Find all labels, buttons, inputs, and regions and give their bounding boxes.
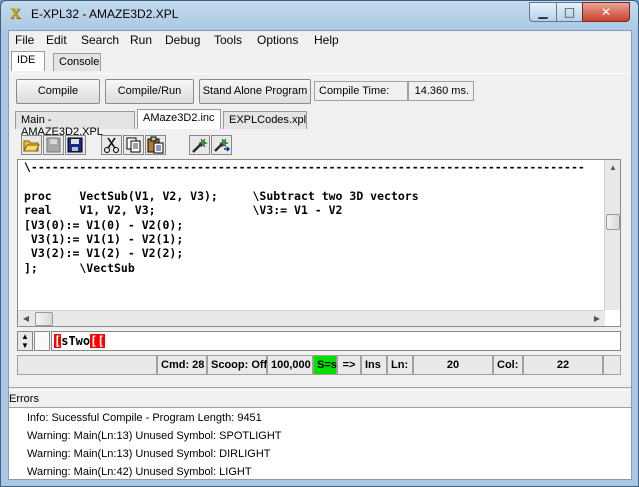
open-folder-icon[interactable]: [21, 135, 42, 155]
run-wand-icon[interactable]: [189, 135, 210, 155]
editor-panel: Main - AMAZE3D2.XPL AMaze3D2.inc EXPLCod…: [11, 109, 629, 381]
status-end: [603, 355, 621, 375]
window-title: E-XPL32 - AMAZE3D2.XPL: [31, 7, 179, 21]
vertical-scroll-thumb[interactable]: [606, 214, 620, 230]
menu-debug[interactable]: Debug: [165, 33, 200, 47]
compile-toolbar: Compile Compile/Run Stand Alone Program …: [11, 73, 629, 105]
x-logo-icon: X: [9, 6, 21, 22]
status-bar: Cmd: 28 Scoop: Off 100,000 S=s => Ins Ln…: [17, 355, 621, 375]
save-disabled-icon[interactable]: [43, 135, 64, 155]
code-editor[interactable]: \---------------------------------------…: [17, 159, 621, 327]
tab-amaze3d2-inc[interactable]: AMaze3D2.inc: [137, 109, 221, 129]
stand-alone-program-button[interactable]: Stand Alone Program: [199, 79, 311, 104]
menu-tools[interactable]: Tools: [214, 33, 242, 47]
status-s-equals: S=s: [313, 355, 337, 375]
status-col-value: 22: [523, 355, 603, 375]
command-input[interactable]: [sTwo[[: [51, 331, 621, 351]
updown-spinner-icon[interactable]: ▲ ▼: [17, 331, 33, 351]
horizontal-scroll-thumb[interactable]: [35, 312, 53, 326]
status-cmd: Cmd: 28: [157, 355, 207, 375]
command-checkbox[interactable]: [34, 331, 50, 351]
compile-button[interactable]: Compile: [16, 79, 100, 104]
status-arrow: =>: [337, 355, 361, 375]
vertical-scrollbar[interactable]: ▲: [604, 160, 620, 310]
menu-run[interactable]: Run: [130, 33, 152, 47]
compile-time-value: 14.360 ms.: [408, 81, 474, 101]
command-main: sTwo: [61, 334, 91, 348]
close-button[interactable]: ✕: [582, 2, 630, 22]
menu-bar: File Edit Search Run Debug Tools Options…: [9, 31, 631, 50]
menu-options[interactable]: Options: [257, 33, 298, 47]
title-bar[interactable]: X E-XPL32 - AMAZE3D2.XPL ▁ □ ✕: [1, 1, 638, 29]
status-col-label: Col:: [493, 355, 523, 375]
error-line[interactable]: Info: Sucessful Compile - Program Length…: [27, 412, 262, 424]
maximize-button[interactable]: □: [556, 2, 583, 22]
status-count: 100,000: [267, 355, 313, 375]
status-spacer: [17, 355, 157, 375]
splitter[interactable]: [9, 387, 631, 391]
tab-main-amaze3d2[interactable]: Main - AMAZE3D2.XPL: [15, 111, 135, 138]
step-wand-icon[interactable]: [211, 135, 232, 155]
status-scoop: Scoop: Off: [207, 355, 267, 375]
menu-help[interactable]: Help: [314, 33, 339, 47]
paste-icon[interactable]: [145, 135, 166, 155]
status-ins: Ins: [361, 355, 387, 375]
errors-label: Errors: [9, 393, 39, 405]
tab-console[interactable]: Console: [53, 53, 101, 71]
status-ln-label: Ln:: [387, 355, 413, 375]
tab-explcodes[interactable]: EXPLCodes.xpl: [223, 111, 307, 129]
save-all-icon[interactable]: [65, 135, 86, 155]
code-text[interactable]: \---------------------------------------…: [24, 160, 585, 275]
horizontal-scrollbar[interactable]: ◀ ▶: [18, 310, 605, 326]
compile-run-button[interactable]: Compile/Run: [105, 79, 194, 104]
menu-edit[interactable]: Edit: [46, 33, 67, 47]
copy-icon[interactable]: [123, 135, 144, 155]
menu-file[interactable]: File: [15, 33, 34, 47]
menu-search[interactable]: Search: [81, 33, 119, 47]
error-line[interactable]: Warning: Main(Ln:13) Unused Symbol: DIRL…: [27, 448, 271, 460]
cut-icon[interactable]: [101, 135, 122, 155]
status-ln-value: 20: [413, 355, 493, 375]
tab-ide[interactable]: IDE: [11, 51, 45, 71]
scroll-left-icon[interactable]: ◀: [18, 311, 34, 326]
error-line[interactable]: Warning: Main(Ln:13) Unused Symbol: SPOT…: [27, 430, 282, 442]
client-area: File Edit Search Run Debug Tools Options…: [8, 30, 632, 480]
scroll-right-icon[interactable]: ▶: [589, 311, 605, 326]
scroll-up-icon[interactable]: ▲: [605, 160, 620, 176]
error-line[interactable]: Warning: Main(Ln:42) Unused Symbol: LIGH…: [27, 466, 252, 478]
compile-time-label: Compile Time:: [314, 81, 408, 101]
editor-toolbar: [17, 135, 617, 157]
command-row: ▲ ▼ [sTwo[[: [17, 331, 621, 351]
command-suffix: [[: [90, 334, 105, 348]
errors-list[interactable]: Info: Sucessful Compile - Program Length…: [9, 407, 631, 479]
minimize-button[interactable]: ▁: [529, 2, 557, 22]
